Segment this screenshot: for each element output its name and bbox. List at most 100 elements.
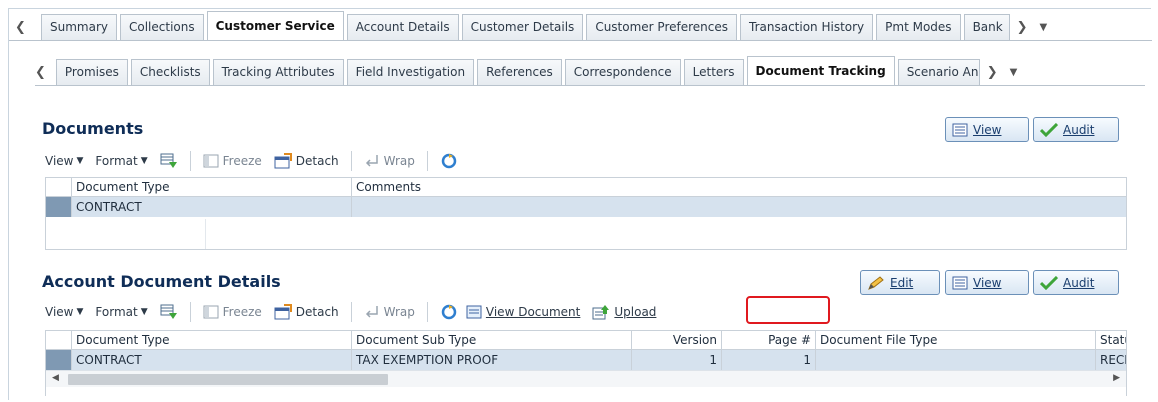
caret-down-icon: ▼ bbox=[76, 156, 84, 166]
tab-collections[interactable]: Collections bbox=[120, 14, 204, 41]
tab-checklists[interactable]: Checklists bbox=[130, 59, 210, 86]
tab-scroll-left-icon[interactable]: ❮ bbox=[15, 21, 26, 34]
detach-icon bbox=[274, 153, 292, 169]
freeze-icon bbox=[203, 154, 219, 168]
documents-grid: Document Type Comments CONTRACT bbox=[45, 177, 1127, 250]
upload-icon bbox=[592, 304, 610, 320]
wrap-icon bbox=[364, 154, 380, 168]
documents-format-menu[interactable]: Format ▼ bbox=[95, 154, 147, 168]
column-header[interactable]: Document Type bbox=[72, 178, 352, 196]
secondary-tab-bar: ❮ Promises Checklists Tracking Attribute… bbox=[35, 54, 1145, 86]
documents-view-label: View bbox=[973, 122, 1002, 137]
subtab-scroll-right-icon[interactable]: ❯ bbox=[987, 66, 998, 79]
tab-references[interactable]: References bbox=[477, 59, 562, 86]
documents-wrap-button[interactable]: Wrap bbox=[364, 154, 415, 168]
view-icon bbox=[952, 123, 968, 137]
refresh-icon[interactable] bbox=[440, 153, 458, 169]
column-header[interactable]: Version bbox=[632, 331, 722, 349]
column-header[interactable]: Comments bbox=[352, 178, 1126, 196]
tab-document-tracking[interactable]: Document Tracking bbox=[746, 56, 895, 86]
document-type-cell: CONTRACT bbox=[72, 197, 352, 217]
account-view-menu[interactable]: View ▼ bbox=[45, 305, 83, 319]
caret-down-icon: ▼ bbox=[140, 307, 148, 317]
documents-detach-button[interactable]: Detach bbox=[274, 153, 339, 169]
tab-field-investigation[interactable]: Field Investigation bbox=[346, 59, 475, 86]
subtab-overflow-menu-icon[interactable]: ▼ bbox=[1010, 68, 1018, 78]
column-header[interactable]: Document Type bbox=[72, 331, 352, 349]
tab-bank[interactable]: Bank bbox=[963, 14, 1010, 41]
documents-audit-label: Audit bbox=[1063, 122, 1095, 137]
documents-grid-header: Document Type Comments bbox=[46, 178, 1126, 197]
tab-account-details[interactable]: Account Details bbox=[346, 14, 459, 41]
tab-letters[interactable]: Letters bbox=[683, 59, 744, 86]
scroll-left-arrow-icon[interactable]: ◀ bbox=[52, 373, 59, 383]
wrap-icon bbox=[364, 305, 380, 319]
caret-down-icon: ▼ bbox=[140, 156, 148, 166]
documents-audit-button[interactable]: Audit bbox=[1033, 117, 1119, 142]
account-audit-label: Audit bbox=[1063, 275, 1095, 290]
detach-icon bbox=[274, 304, 292, 320]
column-header[interactable]: Statu bbox=[1096, 331, 1126, 349]
account-freeze-button[interactable]: Freeze bbox=[203, 305, 262, 319]
tab-pmt-modes[interactable]: Pmt Modes bbox=[876, 14, 961, 41]
documents-toolbar: View ▼ Format ▼ Freeze Detach Wrap bbox=[45, 147, 1125, 175]
horizontal-scrollbar[interactable]: ◀ ▶ bbox=[46, 370, 1126, 387]
column-header[interactable]: Document File Type bbox=[816, 331, 1096, 349]
account-document-grid: Document Type Document Sub Type Version … bbox=[45, 330, 1127, 396]
column-header[interactable]: Page # bbox=[722, 331, 816, 349]
page-number-cell: 1 bbox=[722, 350, 816, 370]
account-wrap-button[interactable]: Wrap bbox=[364, 305, 415, 319]
freeze-icon bbox=[203, 305, 219, 319]
table-row[interactable]: CONTRACT TAX EXEMPTION PROOF 1 1 RECE bbox=[46, 350, 1126, 370]
refresh-icon[interactable] bbox=[440, 304, 458, 320]
tab-scroll-right-icon[interactable]: ❯ bbox=[1017, 21, 1028, 34]
checkmark-icon bbox=[1040, 122, 1058, 137]
account-edit-button[interactable]: Edit bbox=[860, 270, 940, 295]
document-view-icon bbox=[466, 305, 482, 319]
column-header[interactable]: Document Sub Type bbox=[352, 331, 632, 349]
caret-down-icon: ▼ bbox=[76, 307, 84, 317]
account-edit-label: Edit bbox=[890, 275, 914, 290]
tab-customer-service[interactable]: Customer Service bbox=[206, 11, 344, 41]
documents-view-menu[interactable]: View ▼ bbox=[45, 154, 83, 168]
view-icon bbox=[952, 276, 968, 290]
tab-summary[interactable]: Summary bbox=[41, 14, 117, 41]
documents-view-button[interactable]: View bbox=[945, 117, 1029, 142]
upload-highlight bbox=[746, 296, 830, 324]
account-document-details-title: Account Document Details bbox=[42, 272, 281, 291]
pencil-icon bbox=[867, 275, 885, 290]
checkmark-icon bbox=[1040, 275, 1058, 290]
account-grid-header: Document Type Document Sub Type Version … bbox=[46, 331, 1126, 350]
tab-customer-preferences[interactable]: Customer Preferences bbox=[586, 14, 737, 41]
upload-button[interactable]: Upload bbox=[592, 304, 656, 320]
subtab-scroll-left-icon[interactable]: ❮ bbox=[35, 66, 46, 79]
scrollbar-thumb[interactable] bbox=[68, 374, 388, 385]
tab-scenario-analysis[interactable]: Scenario Ana bbox=[897, 59, 980, 86]
account-format-menu[interactable]: Format ▼ bbox=[95, 305, 147, 319]
document-type-cell: CONTRACT bbox=[72, 350, 352, 370]
query-by-example-icon[interactable] bbox=[160, 304, 178, 320]
documents-title: Documents bbox=[42, 119, 144, 138]
tab-transaction-history[interactable]: Transaction History bbox=[740, 14, 874, 41]
tab-correspondence[interactable]: Correspondence bbox=[564, 59, 681, 86]
tab-tracking-attributes[interactable]: Tracking Attributes bbox=[212, 59, 344, 86]
account-toolbar: View ▼ Format ▼ Freeze Detach Wrap View Do… bbox=[45, 298, 1125, 326]
tab-overflow-menu-icon[interactable]: ▼ bbox=[1039, 23, 1047, 33]
document-sub-type-cell: TAX EXEMPTION PROOF bbox=[352, 350, 632, 370]
table-row[interactable]: CONTRACT bbox=[46, 197, 1126, 217]
account-detach-button[interactable]: Detach bbox=[274, 304, 339, 320]
query-by-example-icon[interactable] bbox=[160, 153, 178, 169]
primary-tab-bar: ❮ Summary Collections Customer Service A… bbox=[9, 9, 1152, 41]
view-document-button[interactable]: View Document bbox=[466, 305, 580, 319]
account-audit-button[interactable]: Audit bbox=[1033, 270, 1119, 295]
tab-promises[interactable]: Promises bbox=[55, 59, 128, 86]
main-frame: ❮ Summary Collections Customer Service A… bbox=[8, 8, 1152, 400]
version-cell: 1 bbox=[632, 350, 722, 370]
documents-freeze-button[interactable]: Freeze bbox=[203, 154, 262, 168]
account-view-label: View bbox=[973, 275, 1002, 290]
status-cell: RECE bbox=[1100, 353, 1126, 367]
scroll-right-arrow-icon[interactable]: ▶ bbox=[1113, 373, 1120, 383]
account-view-button[interactable]: View bbox=[945, 270, 1029, 295]
tab-customer-details[interactable]: Customer Details bbox=[461, 14, 584, 41]
document-file-type-cell bbox=[816, 350, 1096, 370]
